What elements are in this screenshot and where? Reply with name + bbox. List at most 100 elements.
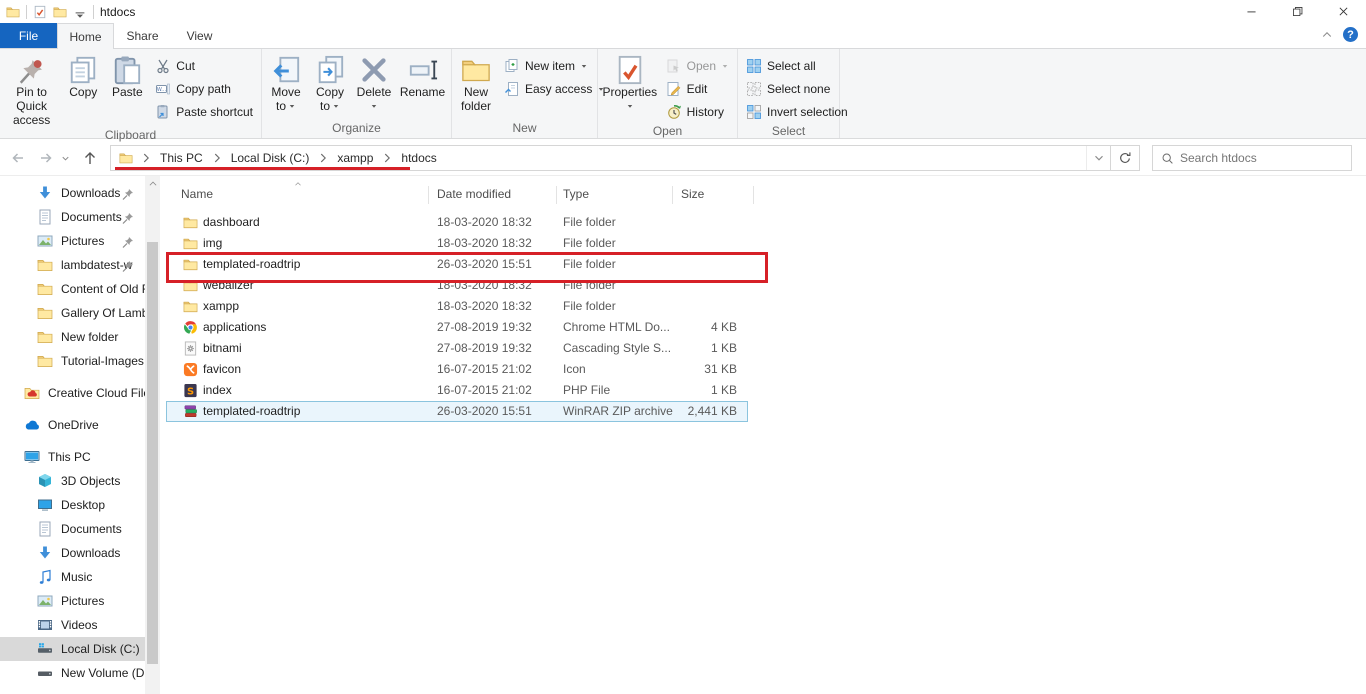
forward-icon[interactable] <box>34 145 58 171</box>
sidebar-item-onedrive[interactable]: OneDrive <box>0 413 145 437</box>
column-headers: Name Date modified Type Size <box>160 183 1366 207</box>
file-row-xampp[interactable]: xampp18-03-2020 18:32File folder <box>166 296 748 317</box>
customize-button[interactable] <box>73 5 87 19</box>
sidebar-item-this-pc[interactable]: This PC <box>0 445 145 469</box>
sidebar-item-pictures[interactable]: Pictures <box>0 589 145 613</box>
move-to-button[interactable]: Moveto <box>264 52 308 113</box>
file-row-favicon[interactable]: favicon16-07-2015 21:02Icon31 KB <box>166 359 748 380</box>
scroll-up-icon[interactable] <box>145 176 160 192</box>
back-icon[interactable] <box>6 145 30 171</box>
file-row-webalizer[interactable]: webalizer18-03-2020 18:32File folder <box>166 275 748 296</box>
sidebar-item-new-folder[interactable]: New folder <box>0 325 145 349</box>
history-button[interactable]: History <box>660 100 735 123</box>
minimize-button[interactable] <box>1228 0 1274 23</box>
breadcrumb-chevron-icon[interactable] <box>378 151 396 165</box>
tab-home[interactable]: Home <box>57 23 114 49</box>
sidebar-item-music[interactable]: Music <box>0 565 145 589</box>
open-icon <box>666 58 682 74</box>
sidebar-item-videos[interactable]: Videos <box>0 613 145 637</box>
column-separator[interactable] <box>556 186 557 204</box>
copy-to-button[interactable]: Copyto <box>308 52 352 113</box>
breadcrumb-segment-xampp[interactable]: xampp <box>332 151 378 165</box>
column-header-date-modified[interactable]: Date modified <box>437 187 511 201</box>
file-row-templated-roadtrip[interactable]: templated-roadtrip26-03-2020 15:51WinRAR… <box>166 401 748 422</box>
sidebar-item-downloads[interactable]: Downloads <box>0 541 145 565</box>
file-row-bitnami[interactable]: bitnami27-08-2019 19:32Cascading Style S… <box>166 338 748 359</box>
sidebar-item-downloads[interactable]: Downloads <box>0 181 145 205</box>
file-row-dashboard[interactable]: dashboard18-03-2020 18:32File folder <box>166 212 748 233</box>
sidebar-item-content-of-old-r[interactable]: Content of Old R <box>0 277 145 301</box>
properties-button[interactable]: Properties <box>600 52 660 113</box>
tab-file[interactable]: File <box>0 23 57 48</box>
new-folder-button[interactable] <box>53 5 67 19</box>
file-date-modified: 16-07-2015 21:02 <box>437 362 532 376</box>
sidebar-item-documents[interactable]: Documents <box>0 205 145 229</box>
sidebar-item-local-disk-c[interactable]: Local Disk (C:) <box>0 637 145 661</box>
close-button[interactable] <box>1320 0 1366 23</box>
file-row-index[interactable]: Sindex16-07-2015 21:02PHP File1 KB <box>166 380 748 401</box>
navigation-scrollbar[interactable] <box>145 176 160 694</box>
column-header-name[interactable]: Name <box>181 187 213 201</box>
select-none-button[interactable]: Select none <box>740 77 854 100</box>
new-folder-button[interactable]: Newfolder <box>454 52 498 113</box>
help-button[interactable]: ? <box>1343 27 1358 42</box>
sidebar-item-tutorial-images[interactable]: Tutorial-Images <box>0 349 145 373</box>
sidebar-item-3d-objects[interactable]: 3D Objects <box>0 469 145 493</box>
breadcrumb-chevron-icon[interactable] <box>314 151 332 165</box>
breadcrumb-chevron-icon[interactable] <box>137 151 155 165</box>
select-all-button[interactable]: Select all <box>740 54 854 77</box>
tab-share[interactable]: Share <box>114 23 171 48</box>
sidebar-item-creative-cloud-file[interactable]: Creative Cloud File <box>0 381 145 405</box>
button-label-2: to <box>276 99 296 113</box>
new-item-icon <box>504 58 520 74</box>
sidebar-item-documents[interactable]: Documents <box>0 517 145 541</box>
recent-locations-chevron-icon[interactable] <box>58 145 72 171</box>
copy-path-button[interactable]: W...Copy path <box>149 77 259 100</box>
download-icon <box>37 185 53 201</box>
dropdown-caret-icon <box>288 99 296 113</box>
scrollbar-thumb[interactable] <box>147 242 158 664</box>
sidebar-item-new-volume-d[interactable]: New Volume (D:) <box>0 661 145 685</box>
paste-button[interactable]: Paste <box>105 52 149 99</box>
easy-access-button[interactable]: Easy access <box>498 77 611 100</box>
ribbon: Pin to QuickaccessCopyPasteCutW...Copy p… <box>0 48 1366 139</box>
edit-button[interactable]: Edit <box>660 77 735 100</box>
sidebar-item-label: Music <box>61 570 92 584</box>
column-header-size[interactable]: Size <box>681 187 704 201</box>
breadcrumb-segment-local-disk-c[interactable]: Local Disk (C:) <box>226 151 315 165</box>
breadcrumb-segment-htdocs[interactable]: htdocs <box>396 151 441 165</box>
paste-shortcut-button[interactable]: Paste shortcut <box>149 100 259 123</box>
sidebar-item-label: This PC <box>48 450 91 464</box>
pin-to-quick-access-button[interactable]: Pin to Quickaccess <box>2 52 61 127</box>
up-icon[interactable] <box>78 145 102 171</box>
ribbon-group-label: Organize <box>262 120 451 138</box>
invert-selection-button[interactable]: Invert selection <box>740 100 854 123</box>
rename-button[interactable]: Rename <box>396 52 449 99</box>
sidebar-item-desktop[interactable]: Desktop <box>0 493 145 517</box>
sidebar-item-lambdatest-w[interactable]: lambdatest-w <box>0 253 145 277</box>
file-row-img[interactable]: img18-03-2020 18:32File folder <box>166 233 748 254</box>
breadcrumb-chevron-icon[interactable] <box>208 151 226 165</box>
tab-view[interactable]: View <box>171 23 228 48</box>
restore-button[interactable] <box>1274 0 1320 23</box>
cut-button[interactable]: Cut <box>149 54 259 77</box>
search-input[interactable] <box>1180 151 1343 165</box>
sidebar-item-pictures[interactable]: Pictures <box>0 229 145 253</box>
column-separator[interactable] <box>672 186 673 204</box>
column-separator[interactable] <box>753 186 754 204</box>
search-box[interactable] <box>1152 145 1352 171</box>
new-item-button[interactable]: New item <box>498 54 611 77</box>
breadcrumb-segment-this-pc[interactable]: This PC <box>155 151 208 165</box>
file-row-applications[interactable]: applications27-08-2019 19:32Chrome HTML … <box>166 317 748 338</box>
delete-button[interactable]: Delete <box>352 52 396 113</box>
properties-button[interactable] <box>33 5 47 19</box>
sidebar-item-gallery-of-lambd[interactable]: Gallery Of Lambd <box>0 301 145 325</box>
open-button[interactable]: Open <box>660 54 735 77</box>
copy-button[interactable]: Copy <box>61 52 105 99</box>
collapse-ribbon-icon[interactable] <box>1321 29 1333 41</box>
column-separator[interactable] <box>428 186 429 204</box>
refresh-icon[interactable] <box>1110 146 1139 170</box>
column-header-type[interactable]: Type <box>563 187 589 201</box>
address-dropdown-icon[interactable] <box>1086 146 1110 170</box>
file-row-templated-roadtrip[interactable]: templated-roadtrip26-03-2020 15:51File f… <box>166 254 748 275</box>
